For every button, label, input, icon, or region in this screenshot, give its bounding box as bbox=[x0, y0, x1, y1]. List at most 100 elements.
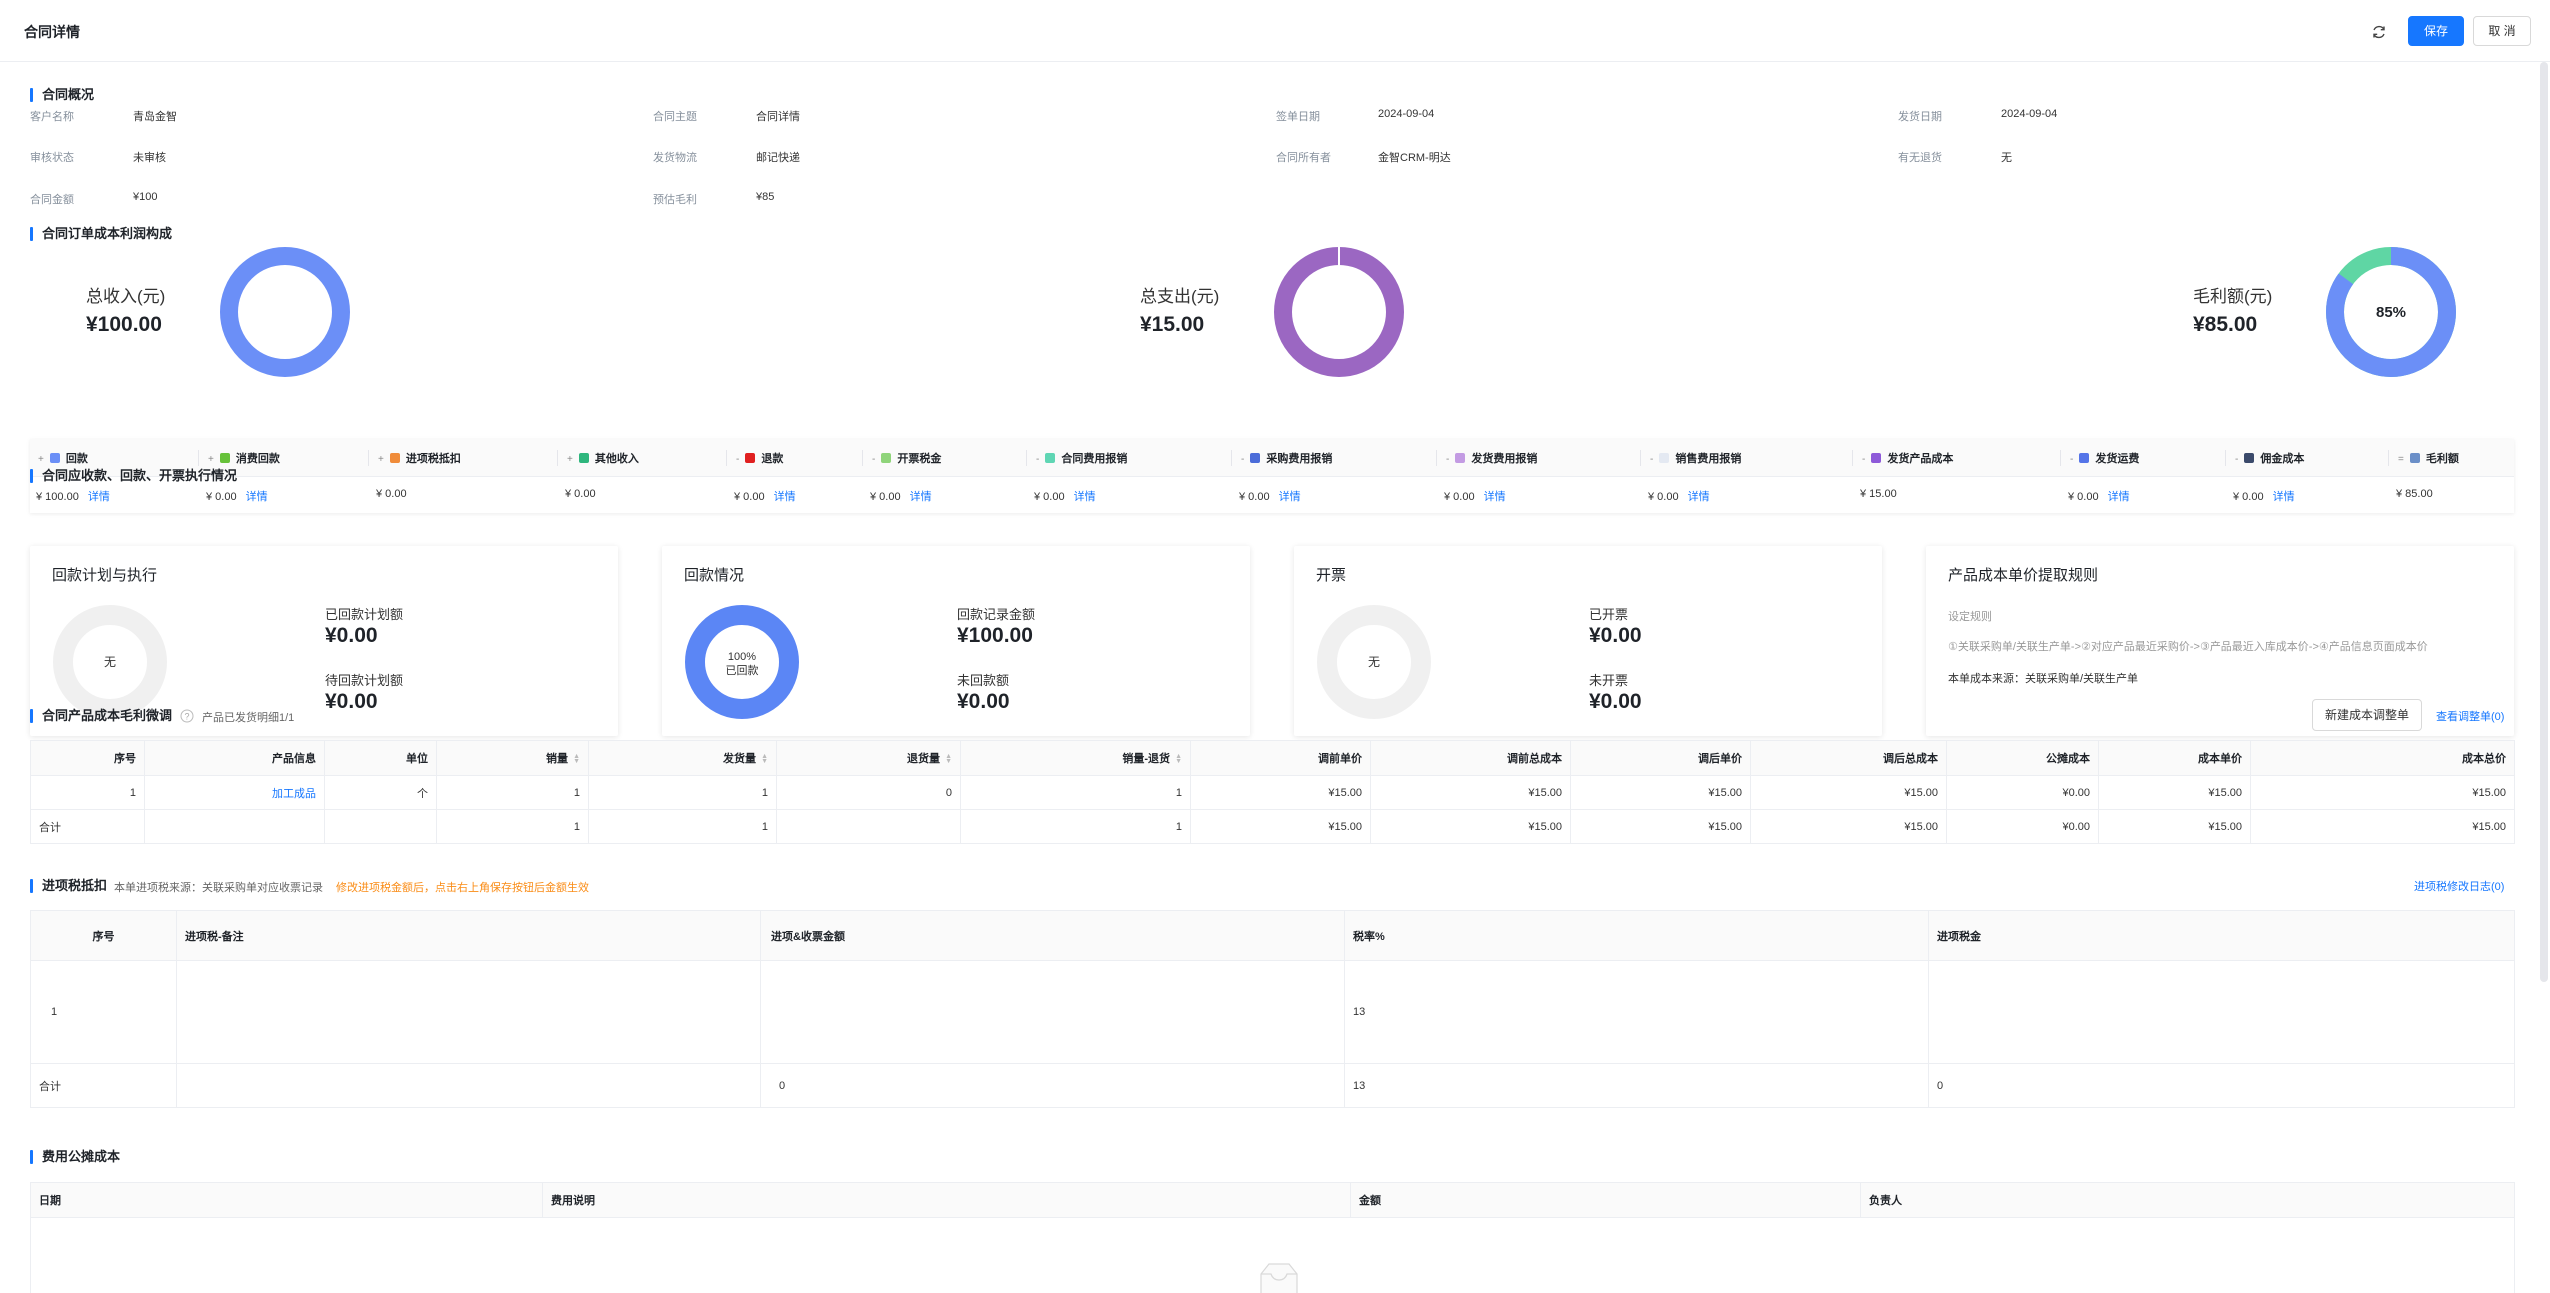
return-value: 无 bbox=[2001, 152, 2012, 164]
detail-link[interactable]: 详情 bbox=[246, 491, 268, 503]
col-owner: 负责人 bbox=[1860, 1182, 2515, 1218]
refresh-icon bbox=[2373, 25, 2385, 39]
breakdown-item-name: 发货费用报销 bbox=[1471, 453, 1538, 465]
expense-header-row: 日期 费用说明 金额 负责人 bbox=[30, 1182, 2515, 1218]
view-adjust-link[interactable]: 查看调整单(0) bbox=[2436, 708, 2504, 724]
col-expense-desc: 费用说明 bbox=[542, 1182, 1351, 1218]
table-row: 1 加工成品 个 1 1 0 1 ¥15.00 ¥15.00 ¥15.00 ¥1… bbox=[30, 775, 2515, 810]
estimated-profit-value: ¥85 bbox=[756, 191, 775, 203]
breakdown-amount: ¥ 0.00 bbox=[1444, 491, 1475, 503]
breakdown-item-value-6: ¥ 0.00 详情 bbox=[1034, 488, 1096, 504]
col-index: 序号 bbox=[30, 910, 177, 961]
input-tax-warning: 修改进项税金额后，点击右上角保存按钮后金额生效 bbox=[336, 882, 589, 894]
invoice-amount-cell[interactable] bbox=[760, 960, 1345, 1064]
column-divider bbox=[2060, 450, 2061, 466]
detail-link[interactable]: 详情 bbox=[910, 491, 932, 503]
cancel-button[interactable]: 取 消 bbox=[2473, 16, 2531, 46]
legend-swatch bbox=[1045, 453, 1056, 463]
legend-swatch bbox=[49, 453, 60, 463]
expense-section-title: 费用公摊成本 bbox=[30, 1149, 120, 1165]
product-link[interactable]: 加工成品 bbox=[272, 788, 316, 800]
breakdown-item-value-2: ¥ 0.00 bbox=[376, 488, 407, 500]
operator-sign: - bbox=[1036, 454, 1040, 465]
logistics-value: 邮记快递 bbox=[756, 152, 800, 164]
operator-sign: = bbox=[2398, 454, 2404, 465]
breakdown-amount: ¥ 0.00 bbox=[1648, 491, 1679, 503]
product-cost-section-title: 合同产品成本毛利微调 bbox=[30, 708, 172, 724]
detail-link[interactable]: 详情 bbox=[2108, 491, 2130, 503]
detail-link[interactable]: 详情 bbox=[1484, 491, 1506, 503]
profit-donut-chart: 85% bbox=[2326, 247, 2456, 377]
save-button[interactable]: 保存 bbox=[2408, 16, 2464, 46]
tax-rate-cell[interactable]: 13 bbox=[1344, 960, 1929, 1064]
column-divider bbox=[726, 450, 727, 466]
col-ship-qty[interactable]: 发货量 ▲ ▼ bbox=[588, 740, 777, 776]
detail-link[interactable]: 详情 bbox=[1688, 491, 1710, 503]
breakdown-amount: ¥ 85.00 bbox=[2396, 488, 2433, 500]
detail-link[interactable]: 详情 bbox=[774, 491, 796, 503]
input-tax-section-title: 进项税抵扣 bbox=[30, 878, 107, 894]
empty-box-icon bbox=[1260, 1263, 1298, 1293]
product-cost-header-row: 序号 产品信息 单位 销量 ▲ ▼ 发货量 ▲ ▼ 退货量 ▲ ▼ 销量-退货 ▲ ▼ 调前单价… bbox=[30, 740, 2515, 776]
svg-text:?: ? bbox=[184, 712, 189, 722]
breakdown-amount: ¥ 0.00 bbox=[565, 488, 596, 500]
paid-plan-value: ¥0.00 bbox=[325, 624, 378, 647]
breakdown-item-name: 采购费用报销 bbox=[1266, 453, 1333, 465]
column-divider bbox=[1436, 450, 1437, 466]
column-divider bbox=[198, 450, 199, 466]
breakdown-item-value-13: ¥ 85.00 bbox=[2396, 488, 2433, 500]
expense-table: 日期 费用说明 金额 负责人 bbox=[30, 1182, 2515, 1293]
col-net-qty[interactable]: 销量-退货 ▲ ▼ bbox=[960, 740, 1191, 776]
detail-link[interactable]: 详情 bbox=[88, 491, 110, 503]
breakdown-item-name: 发货运费 bbox=[2095, 453, 2140, 465]
execution-section-title: 合同应收款、回款、开票执行情况 bbox=[30, 468, 237, 484]
input-tax-table: 序号 进项税-备注 进项&收票金额 税率% 进项税金 1 13 合计 0 13 … bbox=[30, 910, 2515, 1108]
col-shared-cost: 公摊成本 bbox=[1946, 740, 2099, 776]
help-icon[interactable]: ? bbox=[180, 709, 194, 723]
tax-remark-cell[interactable] bbox=[176, 960, 761, 1064]
page-title: 合同详情 bbox=[24, 24, 80, 40]
col-pre-total-cost: 调前总成本 bbox=[1370, 740, 1571, 776]
legend-swatch bbox=[389, 453, 400, 463]
operator-sign: + bbox=[38, 454, 44, 465]
contract-owner-value: 金智CRM-明达 bbox=[1378, 152, 1451, 164]
invoice-donut-text: 无 bbox=[1368, 655, 1380, 669]
column-divider bbox=[1640, 450, 1641, 466]
invoice-donut: 无 bbox=[1317, 605, 1431, 719]
new-cost-adjust-button[interactable]: 新建成本调整单 bbox=[2312, 699, 2422, 731]
legend-swatch bbox=[2244, 453, 2255, 463]
operator-sign: - bbox=[872, 454, 876, 465]
col-tax-rate: 税率% bbox=[1344, 910, 1929, 961]
uninvoiced-value: ¥0.00 bbox=[1589, 690, 1642, 713]
table-row: 1 13 bbox=[30, 960, 2515, 1064]
detail-link[interactable]: 详情 bbox=[1279, 491, 1301, 503]
input-tax-cell[interactable] bbox=[1928, 960, 2515, 1064]
contract-amount-label: 合同金额 bbox=[30, 194, 74, 206]
breakdown-amount: ¥ 0.00 bbox=[376, 488, 407, 500]
legend-swatch bbox=[1455, 453, 1466, 463]
breakdown-item-7: - 采购费用报销 bbox=[1241, 450, 1332, 466]
breakdown-item-2: + 进项税抵扣 bbox=[378, 450, 461, 466]
breakdown-item-value-11: ¥ 0.00 详情 bbox=[2068, 488, 2130, 504]
input-tax-log-link[interactable]: 进项税修改日志(0) bbox=[2414, 878, 2504, 894]
breakdown-item-name: 其他收入 bbox=[594, 453, 639, 465]
col-cost-total: 成本总价 bbox=[2250, 740, 2515, 776]
refresh-button[interactable] bbox=[2366, 18, 2392, 48]
breakdown-item-9: - 销售费用报销 bbox=[1650, 450, 1741, 466]
income-donut-ring bbox=[220, 247, 350, 377]
legend-swatch bbox=[2409, 453, 2420, 463]
col-return-qty[interactable]: 退货量 ▲ ▼ bbox=[776, 740, 961, 776]
product-cost-subtitle: 产品已发货明细1/1 bbox=[202, 712, 295, 724]
detail-link[interactable]: 详情 bbox=[1074, 491, 1096, 503]
logistics-label: 发货物流 bbox=[653, 152, 697, 164]
detail-link[interactable]: 详情 bbox=[2273, 491, 2295, 503]
page-scrollbar[interactable] bbox=[2540, 62, 2548, 982]
col-sales-qty[interactable]: 销量 ▲ ▼ bbox=[436, 740, 589, 776]
col-unit: 单位 bbox=[324, 740, 437, 776]
paid-plan-label: 已回款计划额 bbox=[325, 607, 404, 622]
col-product: 产品信息 bbox=[144, 740, 325, 776]
payment-plan-title: 回款计划与执行 bbox=[52, 567, 158, 584]
operator-sign: - bbox=[1862, 454, 1866, 465]
income-donut-chart bbox=[220, 247, 350, 377]
breakdown-item-value-10: ¥ 15.00 bbox=[1860, 488, 1897, 500]
